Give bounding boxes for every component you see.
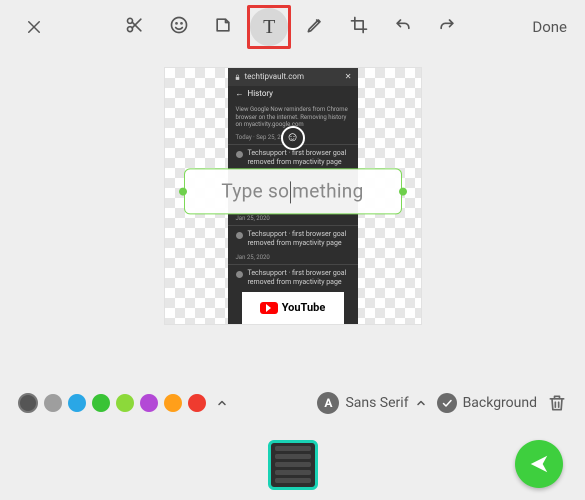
text-icon: T bbox=[263, 16, 275, 39]
close-icon bbox=[25, 18, 43, 36]
crop-icon bbox=[349, 15, 369, 35]
check-circle-icon bbox=[437, 393, 457, 413]
send-button[interactable] bbox=[515, 440, 563, 488]
sticker-icon bbox=[213, 15, 233, 35]
bottom-strip bbox=[0, 430, 585, 500]
phone-close-icon: ✕ bbox=[345, 72, 352, 82]
font-label: Sans Serif bbox=[345, 395, 408, 411]
color-swatches bbox=[18, 393, 206, 413]
redo-icon bbox=[437, 15, 457, 35]
color-swatch-3[interactable] bbox=[92, 394, 110, 412]
lock-icon bbox=[234, 74, 241, 81]
color-swatch-2[interactable] bbox=[68, 394, 86, 412]
youtube-play-icon bbox=[260, 302, 278, 314]
phone-section: History bbox=[248, 89, 273, 99]
cut-icon bbox=[125, 15, 145, 35]
font-picker[interactable]: A Sans Serif bbox=[317, 392, 426, 414]
background-toggle[interactable]: Background bbox=[437, 393, 537, 413]
canvas-stage: techtipvault.com ✕ ← History View Google… bbox=[0, 54, 585, 324]
text-tool[interactable]: T bbox=[250, 8, 288, 46]
color-swatch-4[interactable] bbox=[116, 394, 134, 412]
youtube-card: YouTube bbox=[242, 292, 344, 324]
text-options-toolbar: A Sans Serif Background bbox=[0, 392, 585, 414]
done-button[interactable]: Done bbox=[528, 12, 571, 42]
chevron-up-icon bbox=[415, 397, 427, 409]
undo-button[interactable] bbox=[383, 5, 423, 45]
color-swatch-1[interactable] bbox=[44, 394, 62, 412]
close-button[interactable] bbox=[14, 7, 54, 47]
cut-tool[interactable] bbox=[115, 5, 155, 45]
sticker-smiley-icon: ☺ bbox=[281, 126, 305, 150]
pencil-icon bbox=[305, 15, 325, 35]
undo-icon bbox=[393, 15, 413, 35]
emoji-icon bbox=[169, 15, 189, 35]
send-icon bbox=[528, 453, 550, 475]
color-expand-button[interactable] bbox=[216, 397, 228, 409]
crop-tool[interactable] bbox=[339, 5, 379, 45]
color-swatch-0[interactable] bbox=[18, 393, 38, 413]
text-caret bbox=[290, 181, 291, 203]
delete-text-button[interactable] bbox=[547, 393, 567, 413]
phone-date-3: Jan 25, 2020 bbox=[228, 252, 358, 264]
redo-button[interactable] bbox=[427, 5, 467, 45]
phone-row-1: Techsupport · first browser goal removed… bbox=[248, 149, 350, 167]
phone-row-3: Techsupport · first browser goal removed… bbox=[248, 269, 350, 287]
draw-tool[interactable] bbox=[295, 5, 335, 45]
phone-date-2: Jan 25, 2020 bbox=[228, 213, 358, 225]
text-tool-highlighted: T bbox=[247, 5, 291, 49]
canvas[interactable]: techtipvault.com ✕ ← History View Google… bbox=[165, 68, 421, 324]
phone-site: techtipvault.com bbox=[245, 72, 304, 82]
back-arrow-icon: ← bbox=[236, 89, 244, 99]
text-placeholder-right: mething bbox=[292, 179, 363, 202]
tool-group: T bbox=[115, 5, 467, 49]
image-thumbnail[interactable] bbox=[268, 440, 318, 490]
editor-top-toolbar: T Done bbox=[0, 0, 585, 54]
trash-icon bbox=[547, 393, 567, 413]
chevron-up-icon bbox=[216, 397, 228, 409]
text-placeholder-left: Type so bbox=[221, 179, 289, 202]
background-label: Background bbox=[463, 395, 537, 411]
emoji-tool[interactable] bbox=[159, 5, 199, 45]
text-input-overlay[interactable]: Type something bbox=[184, 168, 402, 214]
color-swatch-5[interactable] bbox=[140, 394, 158, 412]
color-swatch-7[interactable] bbox=[188, 394, 206, 412]
font-icon: A bbox=[317, 392, 339, 414]
phone-row-2: Techsupport · first browser goal removed… bbox=[248, 230, 350, 248]
sticker-tool[interactable] bbox=[203, 5, 243, 45]
youtube-label: YouTube bbox=[282, 301, 326, 315]
color-swatch-6[interactable] bbox=[164, 394, 182, 412]
